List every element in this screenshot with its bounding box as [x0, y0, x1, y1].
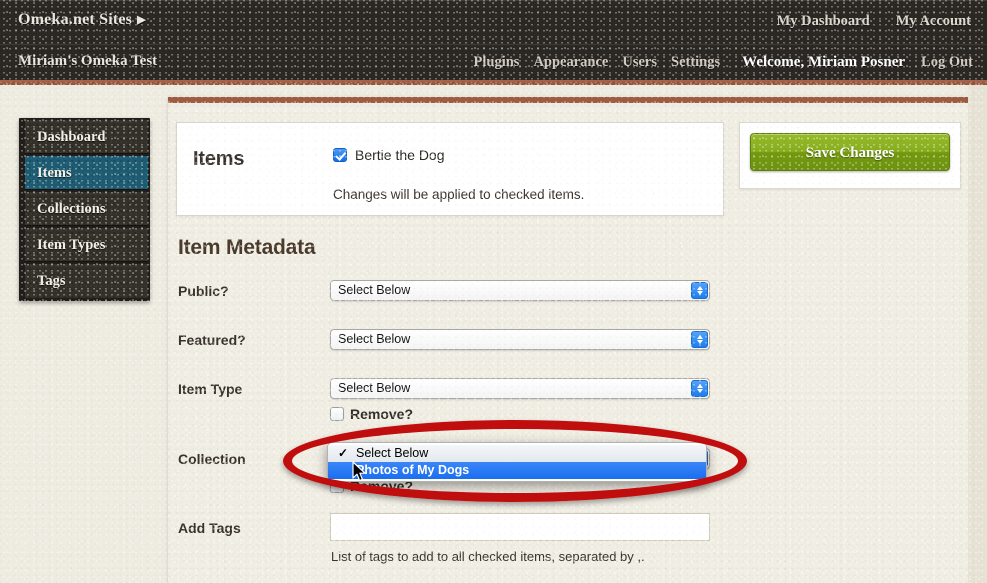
sidebar-item-item-types[interactable]: Item Types — [25, 228, 148, 262]
omeka-top-bar: Omeka.net Sites ▶ My Dashboard My Account — [0, 0, 987, 45]
nav-users[interactable]: Users — [622, 54, 657, 71]
add-tags-helper-text: List of tags to add to all checked items… — [331, 549, 645, 564]
app-window: Omeka.net Sites ▶ My Dashboard My Account… — [0, 0, 987, 583]
chevron-updown-icon[interactable] — [691, 380, 708, 397]
select-public-value: Select Below — [338, 283, 410, 297]
select-public[interactable]: Select Below — [330, 280, 710, 301]
label-featured: Featured? — [178, 332, 246, 348]
select-featured[interactable]: Select Below — [330, 329, 710, 350]
dropdown-option-select-below-label: Select Below — [356, 446, 428, 460]
chevron-updown-icon[interactable] — [691, 331, 708, 348]
save-panel: Save Changes — [739, 122, 961, 189]
items-panel-title: Items — [193, 148, 244, 171]
label-add-tags: Add Tags — [178, 520, 241, 536]
top-bar-links: My Dashboard My Account — [777, 13, 971, 30]
collection-dropdown-popup: ✓ Select Below Photos of My Dogs — [327, 442, 707, 482]
save-changes-button[interactable]: Save Changes — [750, 133, 950, 171]
main-nav-links: Plugins Appearance Users Settings Welcom… — [474, 54, 974, 71]
items-panel-note: Changes will be applied to checked items… — [333, 187, 584, 202]
header-accent-stripe — [0, 80, 987, 85]
checkmark-icon: ✓ — [338, 445, 348, 462]
select-item-type[interactable]: Select Below — [330, 378, 710, 399]
chevron-updown-icon[interactable] — [691, 282, 708, 299]
select-featured-value: Select Below — [338, 332, 410, 346]
omeka-sites-brand-label: Omeka.net Sites — [18, 11, 132, 28]
sidebar-item-items[interactable]: Items — [25, 156, 148, 190]
dropdown-option-select-below[interactable]: ✓ Select Below — [328, 445, 706, 462]
remove-row-item-type: Remove? — [330, 406, 413, 422]
dropdown-option-photos-of-my-dogs-label: Photos of My Dogs — [356, 463, 469, 477]
label-public: Public? — [178, 283, 229, 299]
site-title[interactable]: Miriam's Omeka Test — [18, 53, 157, 70]
remove-checkbox-item-type[interactable] — [330, 407, 344, 421]
omeka-sites-brand[interactable]: Omeka.net Sites ▶ — [18, 11, 146, 29]
nav-plugins[interactable]: Plugins — [474, 54, 520, 71]
main-content-panel: Items Bertie the Dog Changes will be app… — [168, 97, 968, 583]
admin-sidebar: Dashboard Items Collections Item Types T… — [19, 118, 150, 301]
item-label-bertie: Bertie the Dog — [355, 147, 445, 163]
my-account-link[interactable]: My Account — [896, 13, 971, 30]
page-outer-margin — [969, 84, 987, 583]
dropdown-option-photos-of-my-dogs[interactable]: Photos of My Dogs — [328, 462, 706, 479]
item-checkbox-bertie[interactable] — [333, 148, 347, 162]
my-dashboard-link[interactable]: My Dashboard — [777, 13, 870, 30]
items-summary-panel: Items Bertie the Dog Changes will be app… — [176, 122, 724, 216]
sidebar-item-collections[interactable]: Collections — [25, 192, 148, 226]
caret-right-icon: ▶ — [137, 13, 146, 26]
site-nav-bar: Miriam's Omeka Test Plugins Appearance U… — [0, 44, 987, 81]
checked-item-row: Bertie the Dog — [333, 147, 445, 163]
sidebar-item-dashboard[interactable]: Dashboard — [25, 120, 148, 154]
sidebar-item-tags[interactable]: Tags — [25, 264, 148, 298]
log-out-link[interactable]: Log Out — [921, 54, 973, 71]
add-tags-input[interactable] — [330, 513, 710, 541]
select-item-type-value: Select Below — [338, 381, 410, 395]
item-metadata-heading: Item Metadata — [178, 236, 315, 260]
welcome-user-link[interactable]: Welcome, Miriam Posner — [742, 54, 905, 71]
label-collection: Collection — [178, 451, 246, 467]
nav-settings[interactable]: Settings — [671, 54, 720, 71]
remove-label-item-type: Remove? — [350, 406, 413, 422]
nav-appearance[interactable]: Appearance — [533, 54, 608, 71]
label-item-type: Item Type — [178, 381, 242, 397]
